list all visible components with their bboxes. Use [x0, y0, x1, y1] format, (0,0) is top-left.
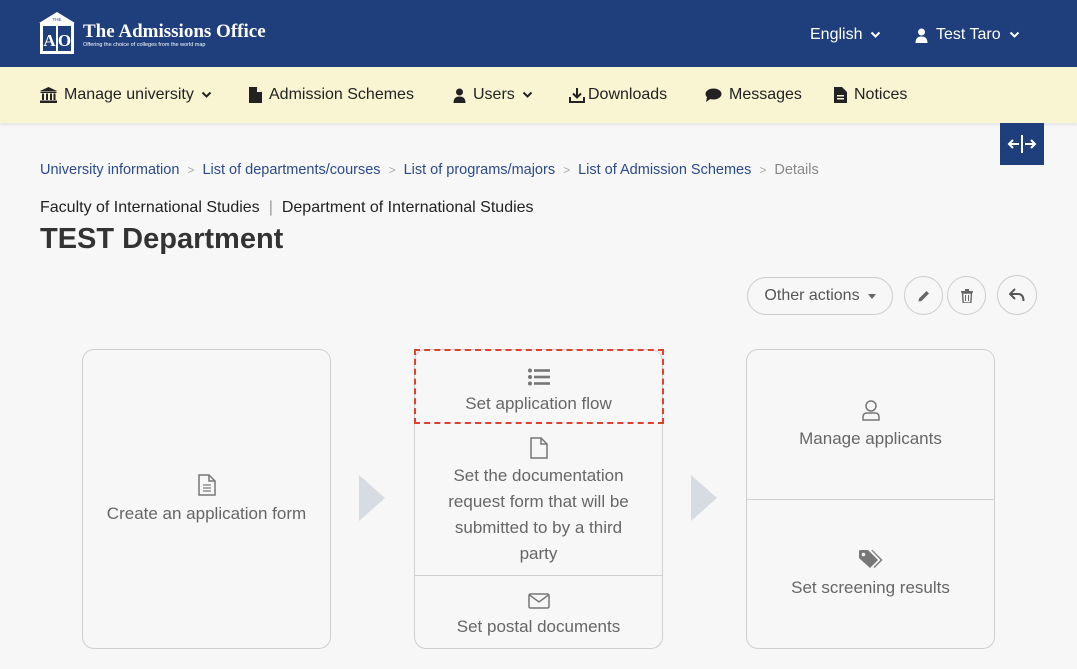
tags-icon — [858, 550, 883, 570]
language-dropdown[interactable]: English — [810, 24, 881, 46]
nav-label: Manage university — [64, 86, 194, 103]
brand-tagline: Offering the choice of colleges from the… — [83, 42, 206, 48]
file-icon — [249, 87, 262, 103]
nav-label: Admission Schemes — [269, 86, 414, 103]
nav-label: Downloads — [588, 86, 668, 103]
arrow-right-icon — [691, 475, 717, 521]
page-title: TEST Department — [40, 223, 284, 255]
nav-label: Users — [473, 86, 515, 103]
breadcrumb-separator: > — [563, 163, 571, 177]
nav-item-messages[interactable]: Messages — [705, 85, 802, 105]
user-icon — [453, 88, 466, 103]
breadcrumb-current: Details — [774, 162, 819, 178]
file-alt-icon — [197, 474, 216, 496]
envelope-icon — [527, 593, 550, 609]
svg-text:A: A — [43, 31, 56, 50]
reply-icon — [1009, 288, 1025, 302]
toggle-width-button[interactable] — [1000, 123, 1044, 165]
org-separator: | — [268, 199, 273, 216]
language-label: English — [810, 26, 863, 43]
delete-button[interactable] — [947, 276, 986, 315]
caret-down-icon — [867, 293, 876, 299]
top-header: A O THE The Admissions Office Offering t… — [0, 0, 1077, 67]
pencil-icon — [918, 290, 929, 301]
step-label: Set screening results — [791, 578, 950, 597]
create-application-form-link[interactable]: Create an application form — [83, 350, 330, 648]
user-name: Test Taro — [936, 26, 1001, 43]
nav-item-users[interactable]: Users — [453, 85, 533, 105]
breadcrumb-link[interactable]: University information — [40, 162, 179, 178]
user-icon — [915, 28, 928, 43]
nav-label: Messages — [729, 86, 802, 103]
organization-line: Faculty of International Studies | Depar… — [40, 199, 534, 217]
department-name: Department of International Studies — [281, 199, 534, 216]
svg-text:THE: THE — [53, 17, 62, 22]
step-label: Set the documentation request form that … — [448, 466, 629, 563]
step-create-form-card[interactable]: Create an application form — [82, 349, 331, 649]
trash-icon — [960, 288, 973, 303]
file-text-icon — [834, 87, 847, 103]
user-icon — [861, 400, 880, 421]
logo[interactable]: A O THE — [39, 12, 75, 54]
chevron-down-icon — [1009, 31, 1019, 38]
edit-button[interactable] — [904, 276, 943, 315]
breadcrumb-separator: > — [187, 163, 195, 177]
set-screening-results-link[interactable]: Set screening results — [747, 500, 994, 648]
breadcrumb: University information > List of departm… — [40, 161, 819, 179]
brand-title: The Admissions Office — [83, 21, 266, 42]
nav-item-manage-university[interactable]: Manage university — [40, 85, 212, 105]
logo-icon: A O THE — [39, 12, 75, 54]
file-icon — [529, 437, 548, 459]
chevron-down-icon — [522, 91, 532, 98]
faculty-name: Faculty of International Studies — [40, 199, 260, 216]
user-menu-dropdown[interactable]: Test Taro — [915, 24, 1020, 46]
arrow-right-icon — [359, 475, 385, 521]
breadcrumb-link[interactable]: List of programs/majors — [404, 162, 556, 178]
other-actions-label: Other actions — [764, 287, 860, 304]
chevron-down-icon — [201, 91, 212, 98]
documentation-request-form-link[interactable]: Set the documentation request form that … — [415, 430, 662, 574]
comment-icon — [705, 88, 722, 102]
back-button[interactable] — [997, 275, 1037, 315]
breadcrumb-separator: > — [759, 163, 767, 177]
main-nav: Manage university Admission Schemes User… — [0, 67, 1077, 123]
nav-item-admission-schemes[interactable]: Admission Schemes — [249, 85, 414, 105]
nav-label: Notices — [854, 86, 908, 103]
nav-item-downloads[interactable]: Downloads — [569, 85, 667, 105]
step-label: Set postal documents — [456, 617, 621, 636]
other-actions-dropdown[interactable]: Other actions — [747, 277, 893, 315]
university-icon — [40, 87, 57, 103]
step-label: Manage applicants — [799, 429, 942, 448]
step-screening-card: Manage applicants Set screening results — [746, 349, 995, 649]
download-icon — [569, 88, 585, 103]
breadcrumb-separator: > — [388, 163, 396, 177]
manage-applicants-link[interactable]: Manage applicants — [747, 350, 994, 499]
svg-text:O: O — [58, 31, 71, 50]
step-label: Create an application form — [106, 504, 307, 523]
highlight-box — [414, 349, 664, 424]
breadcrumb-link[interactable]: List of Admission Schemes — [578, 162, 751, 178]
chevron-down-icon — [871, 31, 881, 38]
arrows-horizontal-icon — [1007, 135, 1037, 153]
nav-item-notices[interactable]: Notices — [834, 85, 907, 105]
breadcrumb-link[interactable]: List of departments/courses — [202, 162, 380, 178]
set-postal-documents-link[interactable]: Set postal documents — [415, 576, 662, 648]
